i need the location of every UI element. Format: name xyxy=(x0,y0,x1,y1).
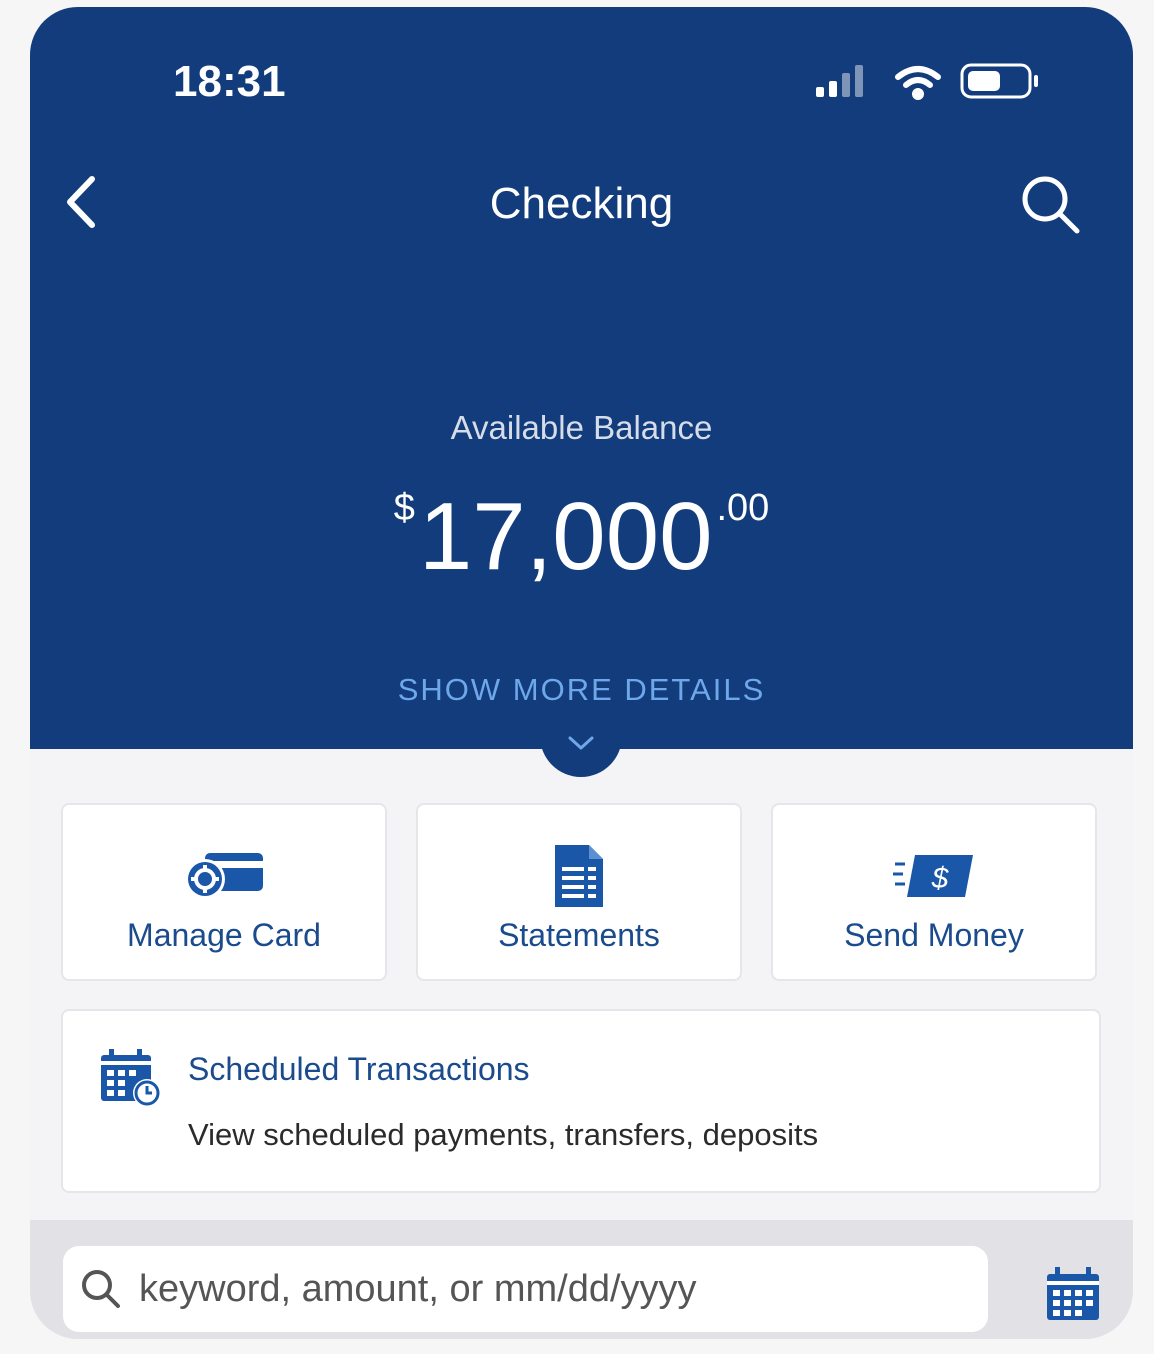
balance-dollars: 17,000 xyxy=(418,483,713,590)
statement-document-icon xyxy=(555,845,603,907)
send-money-button[interactable]: $ Send Money xyxy=(771,803,1097,981)
manage-card-button[interactable]: Manage Card xyxy=(61,803,387,981)
signal-icon xyxy=(816,65,863,97)
transaction-search-input[interactable] xyxy=(63,1246,988,1332)
statements-button[interactable]: Statements xyxy=(416,803,742,981)
calendar-icon[interactable] xyxy=(1045,1266,1101,1322)
card-settings-icon xyxy=(185,853,263,899)
show-more-details-link[interactable]: SHOW MORE DETAILS xyxy=(30,672,1133,708)
balance-amount: $17,000.00 xyxy=(30,477,1133,597)
search-icon[interactable] xyxy=(1015,169,1085,239)
balance-cents: .00 xyxy=(716,487,770,529)
balance-currency: $ xyxy=(393,487,415,529)
battery-icon xyxy=(960,63,1038,99)
transaction-search-bar xyxy=(30,1220,1133,1339)
search-icon xyxy=(82,1270,120,1308)
scheduled-transactions-description: View scheduled payments, transfers, depo… xyxy=(188,1117,819,1152)
send-money-icon: $ xyxy=(893,855,973,897)
chevron-down-icon xyxy=(568,736,594,750)
scheduled-transactions-card[interactable]: Scheduled Transactions View scheduled pa… xyxy=(61,1009,1101,1193)
statements-label: Statements xyxy=(498,917,660,953)
page-title: Checking xyxy=(489,179,674,228)
status-icons xyxy=(816,63,1038,100)
svg-text:$: $ xyxy=(931,862,950,895)
send-money-label: Send Money xyxy=(844,917,1024,953)
phone-screen: 18:31 Checking Available Balance $17,000… xyxy=(30,7,1133,1339)
balance-label: Available Balance xyxy=(450,409,713,446)
calendar-clock-icon xyxy=(101,1049,161,1107)
scheduled-transactions-title: Scheduled Transactions xyxy=(188,1051,530,1087)
account-header: 18:31 Checking Available Balance $17,000… xyxy=(30,7,1133,749)
status-time: 18:31 xyxy=(173,57,286,106)
wifi-icon xyxy=(895,66,941,100)
expand-details-tab[interactable] xyxy=(540,719,622,777)
manage-card-label: Manage Card xyxy=(127,917,321,953)
